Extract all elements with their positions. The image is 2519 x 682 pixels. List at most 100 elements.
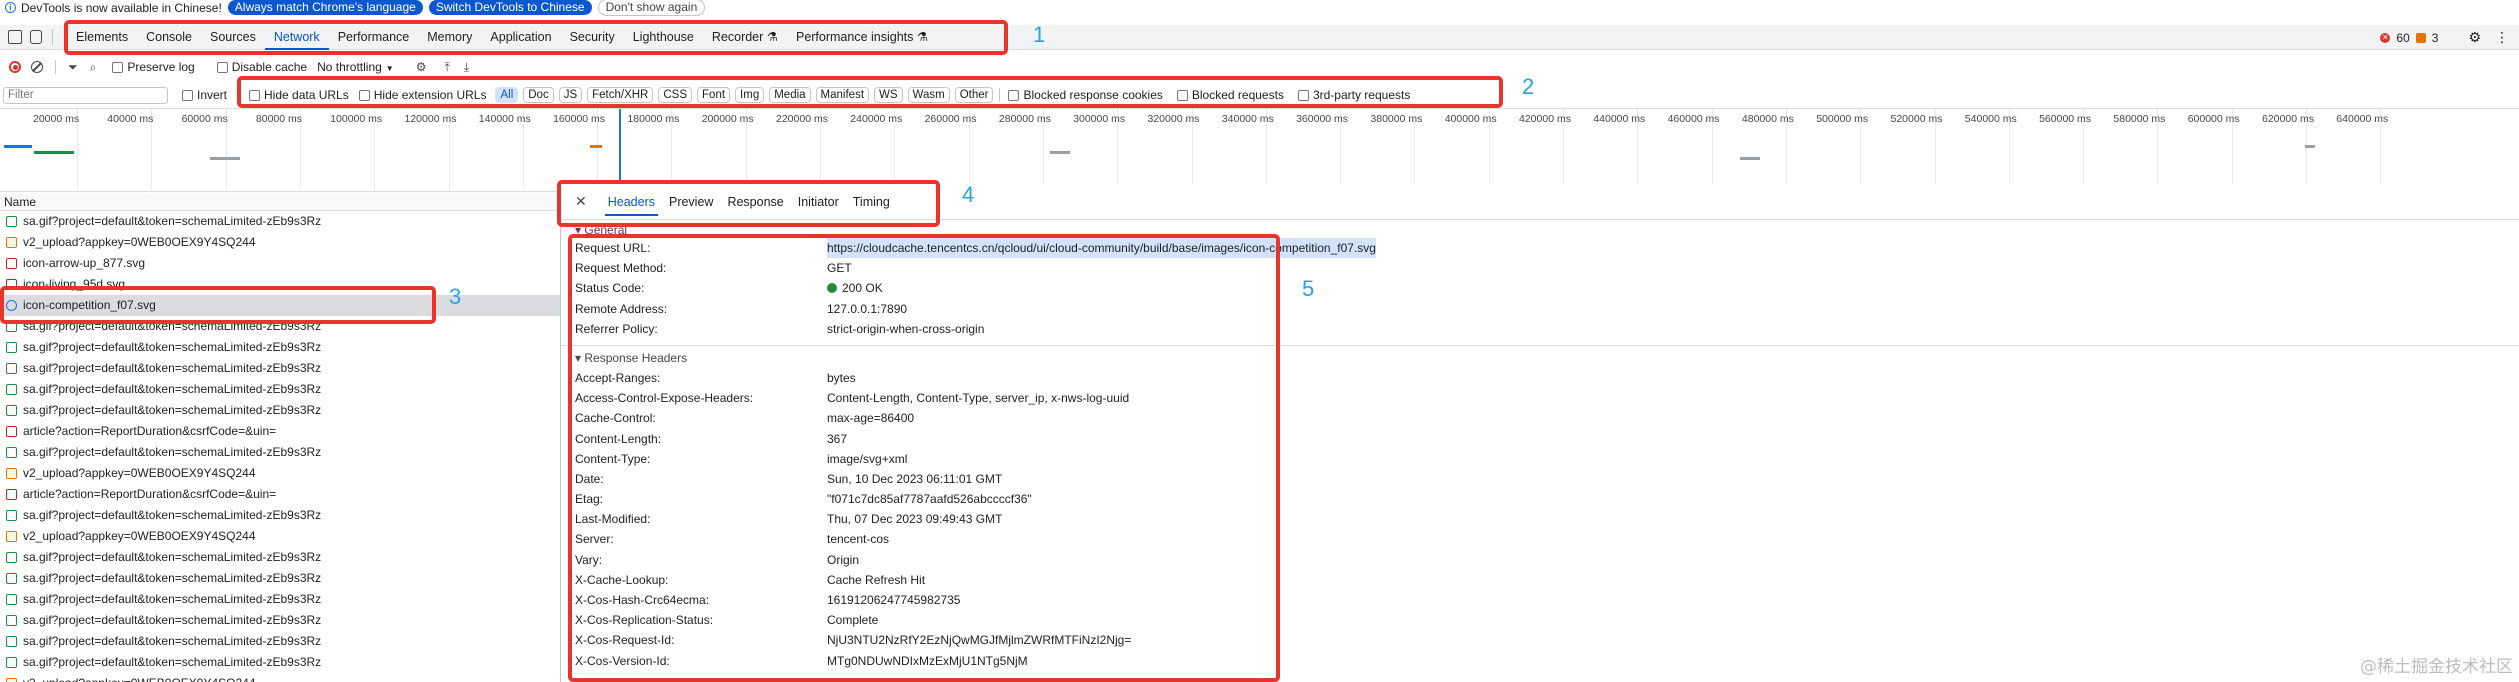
settings-gear-icon[interactable]: ⚙ — [2468, 29, 2481, 46]
request-row[interactable]: sa.gif?project=default&token=schemaLimit… — [0, 358, 560, 379]
checkbox-box[interactable] — [1297, 89, 1309, 101]
header-value[interactable]: MTg0NDUwNDIxMzExMjU1NTg5NjM — [827, 651, 1028, 671]
timeline-cursor[interactable] — [619, 109, 621, 193]
detail-tab-headers[interactable]: Headers — [601, 184, 662, 220]
checkbox-box[interactable] — [249, 89, 261, 101]
request-row[interactable]: sa.gif?project=default&token=schemaLimit… — [0, 316, 560, 337]
warning-count[interactable]: 3 — [2432, 31, 2439, 45]
header-value[interactable]: bytes — [827, 368, 856, 388]
filter-funnel-icon[interactable]: ⏷ — [68, 60, 78, 75]
request-row[interactable]: v2_upload?appkey=0WEB0OEX9Y4SQ244 — [0, 673, 560, 682]
header-value[interactable]: Origin — [827, 550, 859, 570]
checkbox-box[interactable] — [1008, 89, 1020, 101]
filter-chip-css[interactable]: CSS — [658, 87, 693, 103]
tab-performance-insights[interactable]: Performance insights ⚗ — [787, 25, 937, 50]
filter-chip-fetch-xhr[interactable]: Fetch/XHR — [587, 87, 654, 103]
request-row[interactable]: sa.gif?project=default&token=schemaLimit… — [0, 568, 560, 589]
network-conditions-icon[interactable]: ⚙ — [416, 60, 427, 74]
header-value[interactable]: image/svg+xml — [827, 449, 907, 469]
request-row[interactable]: sa.gif?project=default&token=schemaLimit… — [0, 589, 560, 610]
filter-input[interactable] — [3, 86, 168, 104]
tab-security[interactable]: Security — [561, 25, 624, 50]
header-value[interactable]: "f071c7dc85af7787aafd526abccccf36" — [827, 489, 1032, 509]
request-row[interactable]: sa.gif?project=default&token=schemaLimit… — [0, 337, 560, 358]
header-value[interactable]: 16191206247745982735 — [827, 590, 960, 610]
match-language-button[interactable]: Always match Chrome's language — [227, 0, 423, 15]
response-headers-section-header[interactable]: ▾ Response Headers — [561, 350, 2519, 366]
checkbox-box[interactable] — [216, 61, 228, 73]
tab-console[interactable]: Console — [137, 25, 201, 50]
hide-data-urls-checkbox[interactable]: Hide data URLs — [249, 88, 349, 102]
import-har-icon[interactable]: ⤒ — [444, 60, 449, 75]
header-value[interactable]: https://cloudcache.tencentcs.cn/qcloud/u… — [827, 238, 1376, 259]
filter-chip-img[interactable]: Img — [735, 87, 765, 103]
filter-chip-other[interactable]: Other — [954, 87, 994, 103]
request-row[interactable]: sa.gif?project=default&token=schemaLimit… — [0, 379, 560, 400]
request-row[interactable]: sa.gif?project=default&token=schemaLimit… — [0, 505, 560, 526]
request-row[interactable]: sa.gif?project=default&token=schemaLimit… — [0, 400, 560, 421]
tab-sources[interactable]: Sources — [201, 25, 265, 50]
invert-checkbox[interactable]: Invert — [182, 88, 227, 102]
detail-tab-timing[interactable]: Timing — [846, 184, 897, 220]
export-har-icon[interactable]: ⤓ — [464, 60, 469, 75]
checkbox-box[interactable] — [112, 61, 124, 73]
header-value[interactable]: GET — [827, 258, 852, 278]
header-value[interactable]: tencent-cos — [827, 529, 889, 549]
close-icon[interactable]: ✕ — [575, 193, 587, 210]
header-value[interactable]: Complete — [827, 610, 878, 630]
hide-extension-urls-checkbox[interactable]: Hide extension URLs — [358, 88, 486, 102]
request-row[interactable]: v2_upload?appkey=0WEB0OEX9Y4SQ244 — [0, 232, 560, 253]
blocked-requests-checkbox[interactable]: Blocked requests — [1176, 88, 1284, 102]
timeline-overview[interactable]: 20000 ms 40000 ms 60000 ms 80000 ms 100000 m… — [0, 108, 2519, 193]
filter-chip-media[interactable]: Media — [769, 87, 811, 103]
request-row[interactable]: article?action=ReportDuration&csrfCode=&… — [0, 421, 560, 442]
request-row[interactable]: sa.gif?project=default&token=schemaLimit… — [0, 547, 560, 568]
throttling-select[interactable]: No throttling ▼ — [317, 60, 394, 74]
request-row[interactable]: v2_upload?appkey=0WEB0OEX9Y4SQ244 — [0, 526, 560, 547]
filter-chip-font[interactable]: Font — [697, 87, 731, 103]
checkbox-box[interactable] — [182, 89, 193, 101]
tab-memory[interactable]: Memory — [418, 25, 481, 50]
more-options-icon[interactable]: ⋮ — [2495, 29, 2509, 46]
header-value[interactable]: max-age=86400 — [827, 408, 914, 428]
header-value[interactable]: 127.0.0.1:7890 — [827, 299, 907, 319]
header-value[interactable]: 200 OK — [842, 281, 883, 295]
selected-request-row[interactable]: icon-competition_f07.svg — [0, 295, 560, 316]
request-row[interactable]: sa.gif?project=default&token=schemaLimit… — [0, 652, 560, 673]
header-value[interactable]: Content-Length, Content-Type, server_ip,… — [827, 388, 1129, 408]
third-party-checkbox[interactable]: 3rd-party requests — [1297, 88, 1410, 102]
tab-elements[interactable]: Elements — [67, 25, 137, 50]
detail-tab-response[interactable]: Response — [720, 184, 790, 220]
request-row[interactable]: sa.gif?project=default&token=schemaLimit… — [0, 211, 560, 232]
request-row[interactable]: sa.gif?project=default&token=schemaLimit… — [0, 631, 560, 652]
checkbox-box[interactable] — [1176, 89, 1188, 101]
device-toolbar-icon[interactable] — [30, 30, 42, 44]
inspect-element-icon[interactable] — [8, 30, 22, 44]
filter-chip-doc[interactable]: Doc — [523, 87, 554, 103]
request-row[interactable]: icon-arrow-up_877.svg — [0, 253, 560, 274]
dont-show-again-button[interactable]: Don't show again — [597, 0, 706, 16]
detail-tab-initiator[interactable]: Initiator — [791, 184, 846, 220]
clear-icon[interactable] — [31, 61, 43, 73]
tab-lighthouse[interactable]: Lighthouse — [624, 25, 703, 50]
tab-performance[interactable]: Performance — [329, 25, 419, 50]
search-icon[interactable]: ⌕ — [90, 60, 97, 75]
header-value[interactable]: strict-origin-when-cross-origin — [827, 319, 984, 339]
header-value[interactable]: Sun, 10 Dec 2023 06:11:01 GMT — [827, 469, 1002, 489]
header-value[interactable]: Cache Refresh Hit — [827, 570, 925, 590]
general-section-header[interactable]: ▾ General — [561, 222, 2519, 238]
header-value[interactable]: 367 — [827, 429, 847, 449]
filter-chip-manifest[interactable]: Manifest — [815, 87, 870, 103]
request-row[interactable]: v2_upload?appkey=0WEB0OEX9Y4SQ244 — [0, 463, 560, 484]
tab-application[interactable]: Application — [481, 25, 560, 50]
request-row[interactable]: article?action=ReportDuration&csrfCode=&… — [0, 484, 560, 505]
detail-tab-preview[interactable]: Preview — [662, 184, 720, 220]
record-icon[interactable] — [9, 61, 21, 73]
error-count[interactable]: 60 — [2396, 31, 2409, 45]
switch-language-button[interactable]: Switch DevTools to Chinese — [428, 0, 592, 15]
tab-recorder[interactable]: Recorder ⚗ — [703, 25, 787, 50]
tab-network[interactable]: Network — [264, 25, 329, 50]
name-column-header[interactable]: Name — [0, 194, 560, 211]
filter-chip-js[interactable]: JS — [558, 87, 583, 103]
preserve-log-checkbox[interactable]: Preserve log — [112, 60, 195, 74]
